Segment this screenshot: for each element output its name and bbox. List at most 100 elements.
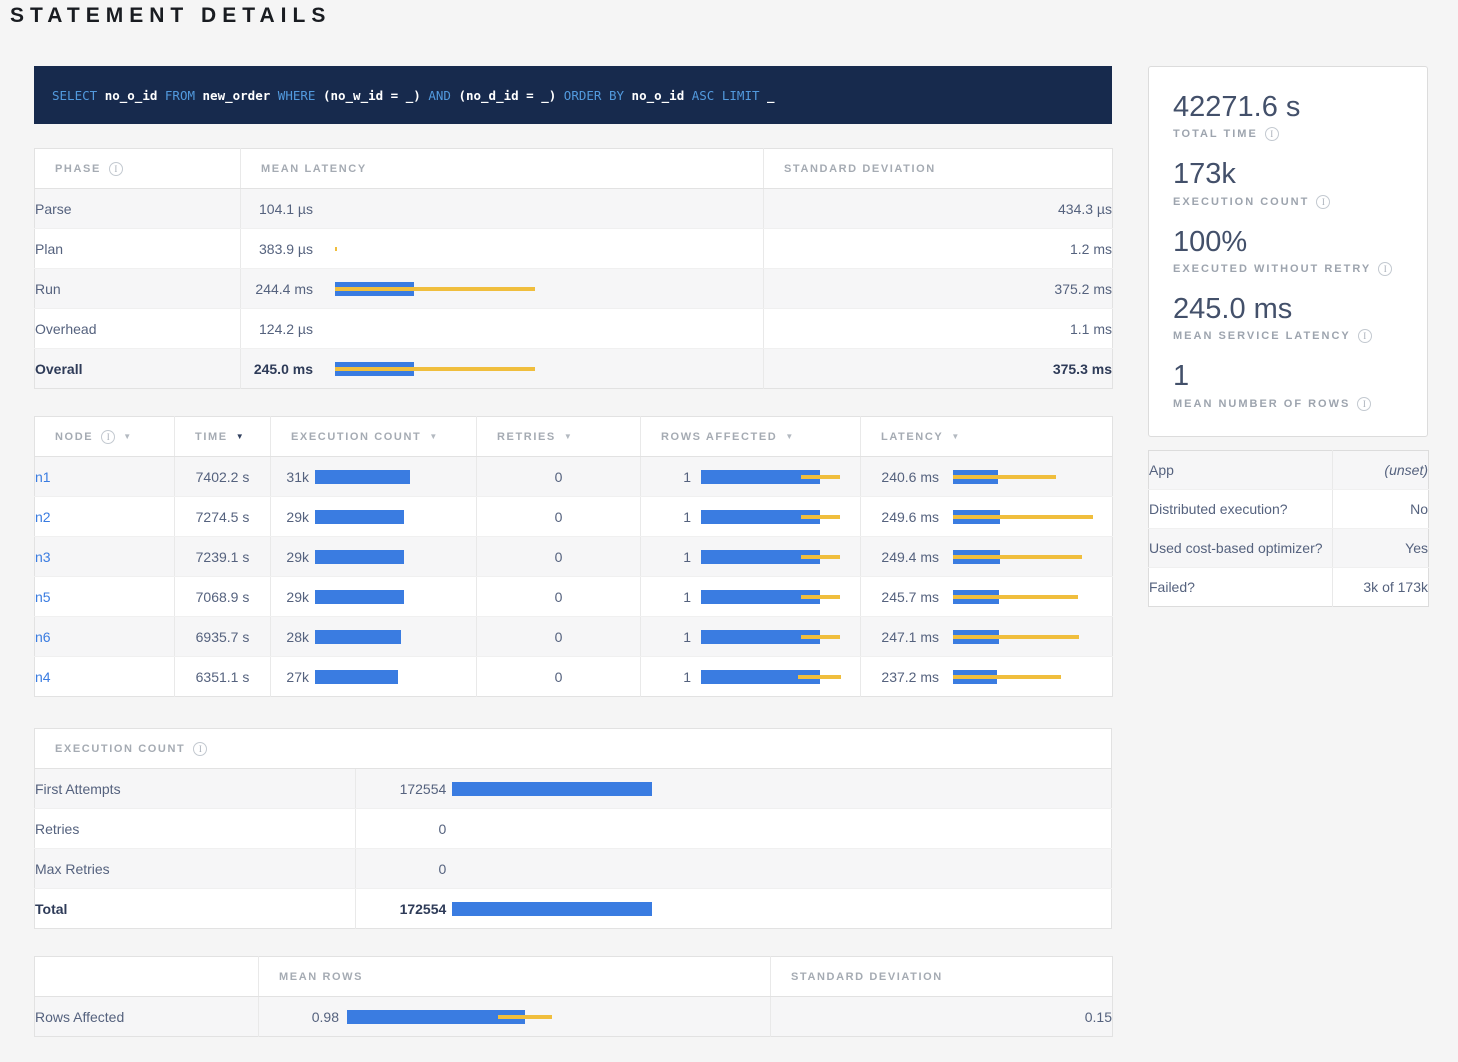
exec-label: Max Retries bbox=[35, 849, 356, 889]
exec-row-total: Total 172554 bbox=[35, 889, 1112, 929]
node-link[interactable]: n2 bbox=[35, 509, 51, 525]
execution-count-column-header[interactable]: Execution Count▼ bbox=[271, 417, 477, 457]
phase-label: Plan bbox=[35, 229, 241, 269]
phase-row: Overhead 124.2 µs 1.1 ms bbox=[35, 309, 1113, 349]
std-dev-value: 1.1 ms bbox=[764, 309, 1113, 349]
stat-value: 245.0 ms bbox=[1173, 293, 1403, 326]
node-stats-table: Nodei▼ Time▼ Execution Count▼ Retries▼ R… bbox=[34, 416, 1113, 697]
sort-arrow-icon: ▼ bbox=[785, 433, 795, 441]
latency-bar bbox=[953, 630, 1093, 644]
stat-label: Total Timei bbox=[1173, 127, 1403, 141]
std-dev-value: 434.3 µs bbox=[764, 189, 1113, 229]
detail-label: Distributed execution? bbox=[1149, 490, 1333, 529]
node-column-header[interactable]: Nodei▼ bbox=[35, 417, 175, 457]
std-dev-value: 375.3 ms bbox=[764, 349, 1113, 389]
info-icon[interactable]: i bbox=[1357, 397, 1371, 411]
node-row: n2 7274.5 s 29k 0 1 249.6 ms bbox=[35, 497, 1113, 537]
phase-label: Run bbox=[35, 269, 241, 309]
node-row: n1 7402.2 s 31k 0 1 240.6 ms bbox=[35, 457, 1113, 497]
mean-latency-value: 244.4 ms bbox=[241, 281, 313, 297]
rows-affected-row: Rows Affected 0.98 0.15 bbox=[35, 997, 1113, 1037]
mean-latency-column-header: Mean Latency bbox=[241, 149, 764, 189]
phase-label: Parse bbox=[35, 189, 241, 229]
mean-latency-bar bbox=[335, 362, 535, 376]
node-time: 7402.2 s bbox=[175, 457, 271, 497]
info-icon[interactable]: i bbox=[1265, 127, 1279, 141]
phase-column-header: Phasei bbox=[35, 149, 241, 189]
node-latency: 237.2 ms bbox=[861, 669, 939, 685]
exec-label: Retries bbox=[35, 809, 356, 849]
std-dev-value: 0.15 bbox=[771, 997, 1113, 1037]
exec-value: 0 bbox=[356, 821, 446, 837]
info-icon[interactable]: i bbox=[109, 162, 123, 176]
exec-count-bar bbox=[315, 630, 410, 644]
exec-count-bar bbox=[315, 590, 410, 604]
node-retries: 0 bbox=[477, 497, 641, 537]
detail-value: (unset) bbox=[1333, 451, 1429, 490]
info-icon[interactable]: i bbox=[1358, 329, 1372, 343]
node-exec-count: 29k bbox=[271, 549, 309, 565]
node-time: 6351.1 s bbox=[175, 657, 271, 697]
rows-affected-column-header[interactable]: Rows Affected▼ bbox=[641, 417, 861, 457]
detail-value: No bbox=[1333, 490, 1429, 529]
exec-row: First Attempts 172554 bbox=[35, 769, 1112, 809]
statement-summary-card: 42271.6 s Total Timei 173k Execution Cou… bbox=[1148, 66, 1428, 437]
node-link[interactable]: n1 bbox=[35, 469, 51, 485]
sort-arrow-icon: ▼ bbox=[564, 433, 574, 441]
blank-column-header bbox=[35, 957, 259, 997]
stat-value: 1 bbox=[1173, 360, 1403, 393]
detail-value: 3k of 173k bbox=[1333, 568, 1429, 607]
mean-latency-value: 245.0 ms bbox=[241, 361, 313, 377]
node-time: 7239.1 s bbox=[175, 537, 271, 577]
node-retries: 0 bbox=[477, 457, 641, 497]
node-retries: 0 bbox=[477, 537, 641, 577]
stat-mean-number-of-rows: 1 Mean Number of Rowsi bbox=[1173, 360, 1403, 410]
info-icon[interactable]: i bbox=[1316, 195, 1330, 209]
node-link[interactable]: n4 bbox=[35, 669, 51, 685]
mean-latency-bar bbox=[335, 282, 535, 296]
info-icon[interactable]: i bbox=[101, 430, 115, 444]
detail-row-distributed: Distributed execution? No bbox=[1149, 490, 1429, 529]
stat-label: Mean Number of Rowsi bbox=[1173, 397, 1403, 411]
latency-bar bbox=[953, 550, 1093, 564]
exec-row: Max Retries 0 bbox=[35, 849, 1112, 889]
exec-label: Total bbox=[35, 889, 356, 929]
node-link[interactable]: n3 bbox=[35, 549, 51, 565]
info-icon[interactable]: i bbox=[1378, 262, 1392, 276]
node-link[interactable]: n6 bbox=[35, 629, 51, 645]
latency-bar bbox=[953, 510, 1093, 524]
stat-value: 42271.6 s bbox=[1173, 91, 1403, 124]
latency-column-header[interactable]: Latency▼ bbox=[861, 417, 1113, 457]
node-row: n3 7239.1 s 29k 0 1 249.4 ms bbox=[35, 537, 1113, 577]
node-rows-affected: 1 bbox=[641, 509, 691, 525]
phase-label: Overhead bbox=[35, 309, 241, 349]
exec-count-bar bbox=[315, 550, 410, 564]
time-column-header[interactable]: Time▼ bbox=[175, 417, 271, 457]
retries-column-header[interactable]: Retries▼ bbox=[477, 417, 641, 457]
node-rows-affected: 1 bbox=[641, 589, 691, 605]
exec-count-bar bbox=[315, 670, 410, 684]
exec-value: 0 bbox=[356, 861, 446, 877]
rows-affected-bar bbox=[701, 470, 841, 484]
execution-count-section-header: Execution Counti bbox=[35, 729, 1112, 769]
node-rows-affected: 1 bbox=[641, 469, 691, 485]
phase-latency-table: Phasei Mean Latency Standard Deviation P… bbox=[34, 148, 1113, 389]
main-content: SELECT no_o_id FROM new_order WHERE (no_… bbox=[34, 66, 1112, 1037]
node-exec-count: 28k bbox=[271, 629, 309, 645]
phase-row-overall: Overall 245.0 ms 375.3 ms bbox=[35, 349, 1113, 389]
stat-value: 100% bbox=[1173, 226, 1403, 259]
info-icon[interactable]: i bbox=[193, 742, 207, 756]
node-latency: 247.1 ms bbox=[861, 629, 939, 645]
node-rows-affected: 1 bbox=[641, 549, 691, 565]
detail-label: Failed? bbox=[1149, 568, 1333, 607]
stat-execution-count: 173k Execution Counti bbox=[1173, 158, 1403, 208]
mean-rows-bar bbox=[347, 1010, 552, 1024]
latency-bar bbox=[953, 670, 1093, 684]
statement-details-table: App (unset) Distributed execution? No Us… bbox=[1148, 450, 1429, 607]
exec-count-bar bbox=[315, 510, 410, 524]
standard-deviation-column-header: Standard Deviation bbox=[764, 149, 1113, 189]
mean-rows-column-header: Mean Rows bbox=[259, 957, 771, 997]
phase-label: Overall bbox=[35, 349, 241, 389]
node-link[interactable]: n5 bbox=[35, 589, 51, 605]
exec-row: Retries 0 bbox=[35, 809, 1112, 849]
